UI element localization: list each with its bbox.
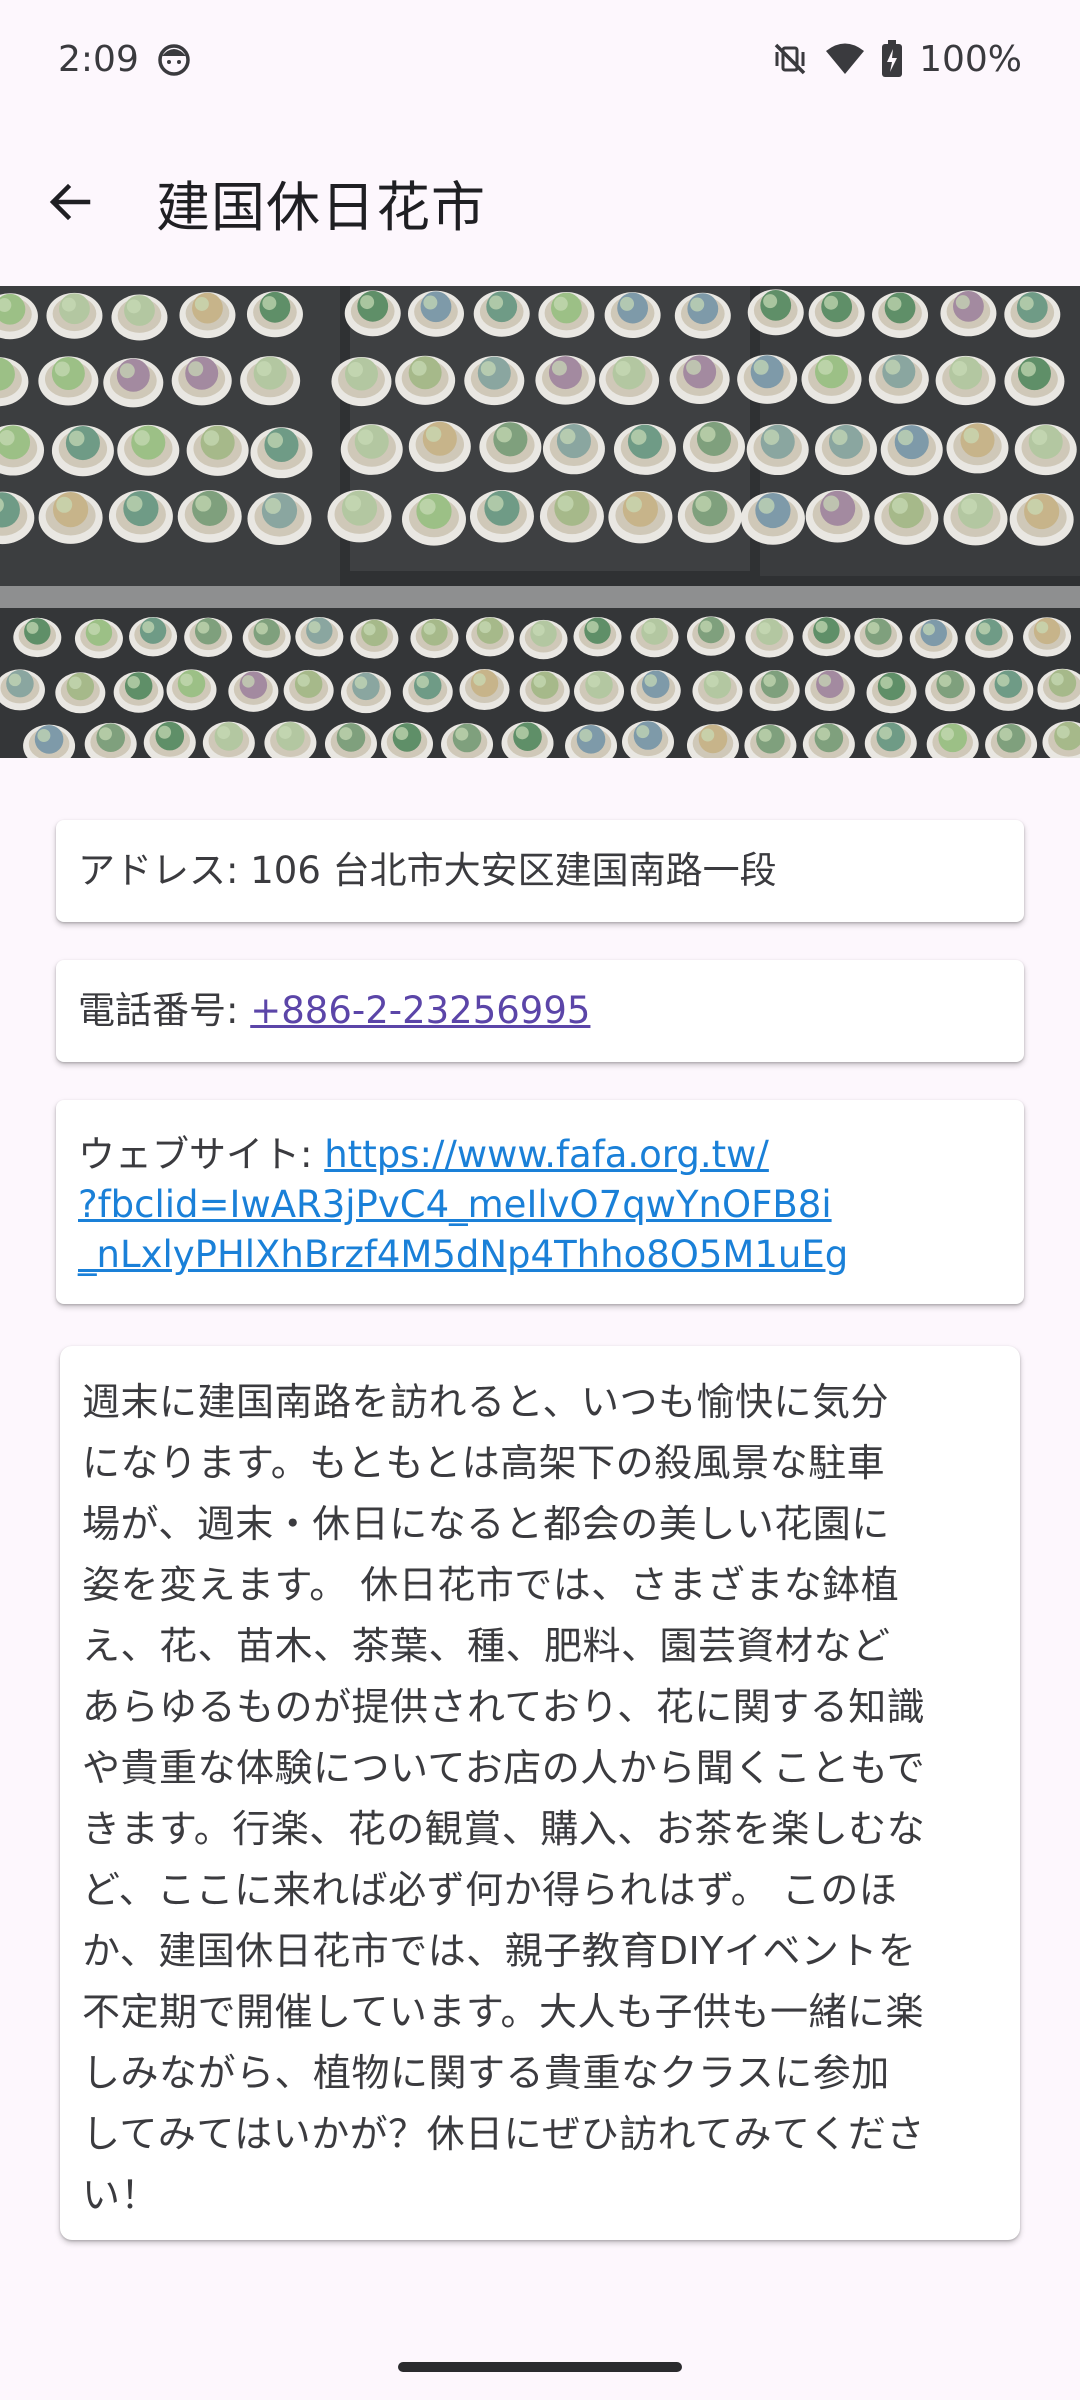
phone-label: 電話番号: [78, 989, 251, 1032]
phone-card: 電話番号: +886-2-23256995 [56, 960, 1024, 1062]
status-time: 2:09 [58, 38, 139, 80]
description-line: ど、ここに来れば必ず何か得られはず。 このほ [82, 1868, 898, 1912]
description-line: になります。もともとは高架下の殺風景な駐車 [82, 1441, 886, 1485]
description-line: 姿を変えます。 休日花市では、さまざまな鉢植 [82, 1563, 900, 1607]
battery-charging-icon [881, 40, 903, 78]
description-line: い！ [82, 2173, 160, 2217]
wifi-icon [825, 42, 865, 76]
website-link-part-3[interactable]: _nLxlyPHlXhBrzf4M5dNp4Thho8O5M1uEg [78, 1233, 848, 1276]
vibrate-off-icon [771, 40, 809, 78]
back-button[interactable] [22, 154, 118, 250]
website-link-part-1[interactable]: https://www.fafa.org.tw/ [324, 1133, 769, 1176]
website-link-part-2[interactable]: ?fbclid=IwAR3jPvC4_meIlvO7qwYnOFB8i [78, 1183, 832, 1226]
description-line: 不定期で開催しています。大人も子供も一緒に楽 [82, 1990, 925, 2034]
face-notification-icon [157, 42, 191, 76]
description-line: や貴重な体験についてお店の人から聞くこともで [82, 1746, 926, 1790]
battery-percentage: 100% [919, 38, 1022, 80]
description-line: 週末に建国南路を訪れると、いつも愉快に気分 [82, 1380, 889, 1424]
address-value: 106 台北市大安区建国南路一段 [250, 849, 777, 892]
status-right: 100% [771, 39, 1022, 80]
phone-link[interactable]: +886-2-23256995 [250, 989, 590, 1032]
description-line: しみながら、植物に関する貴重なクラスに参加 [82, 2051, 890, 2095]
home-indicator[interactable] [398, 2362, 682, 2372]
status-bar: 2:09 100% [0, 0, 1080, 118]
app-bar: 建国休日花市 [0, 118, 1080, 286]
hero-image [0, 286, 1080, 758]
address-card: アドレス: 106 台北市大安区建国南路一段 [56, 820, 1024, 922]
website-card: ウェブサイト: https://www.fafa.org.tw/ ?fbclid… [56, 1100, 1024, 1304]
description-line: してみてはいかが？休日にぜひ訪れてみてくださ [82, 2112, 925, 2156]
website-label: ウェブサイト: [78, 1133, 325, 1176]
arrow-left-icon [49, 183, 91, 221]
description-line: あらゆるものが提供されており、花に関する知識 [82, 1685, 926, 1729]
description-line: きます。行楽、花の観賞、購入、お茶を楽しむな [82, 1807, 926, 1851]
address-label: アドレス: [78, 849, 251, 892]
page-title: 建国休日花市 [156, 175, 486, 239]
description-card: 週末に建国南路を訪れると、いつも愉快に気分 になります。もともとは高架下の殺風景… [60, 1346, 1020, 2240]
status-left: 2:09 [58, 39, 191, 80]
description-line: 場が、週末・休日になると都会の美しい花園に [82, 1502, 890, 1546]
description-line: え、花、苗木、茶葉、種、肥料、園芸資材など [82, 1624, 891, 1668]
website-line-1: ウェブサイト: https://www.fafa.org.tw/ [78, 1130, 1002, 1180]
succulent-pots-icon [0, 286, 1080, 758]
description-line: か、建国休日花市では、親子教育DIYイベントを [82, 1929, 917, 1973]
